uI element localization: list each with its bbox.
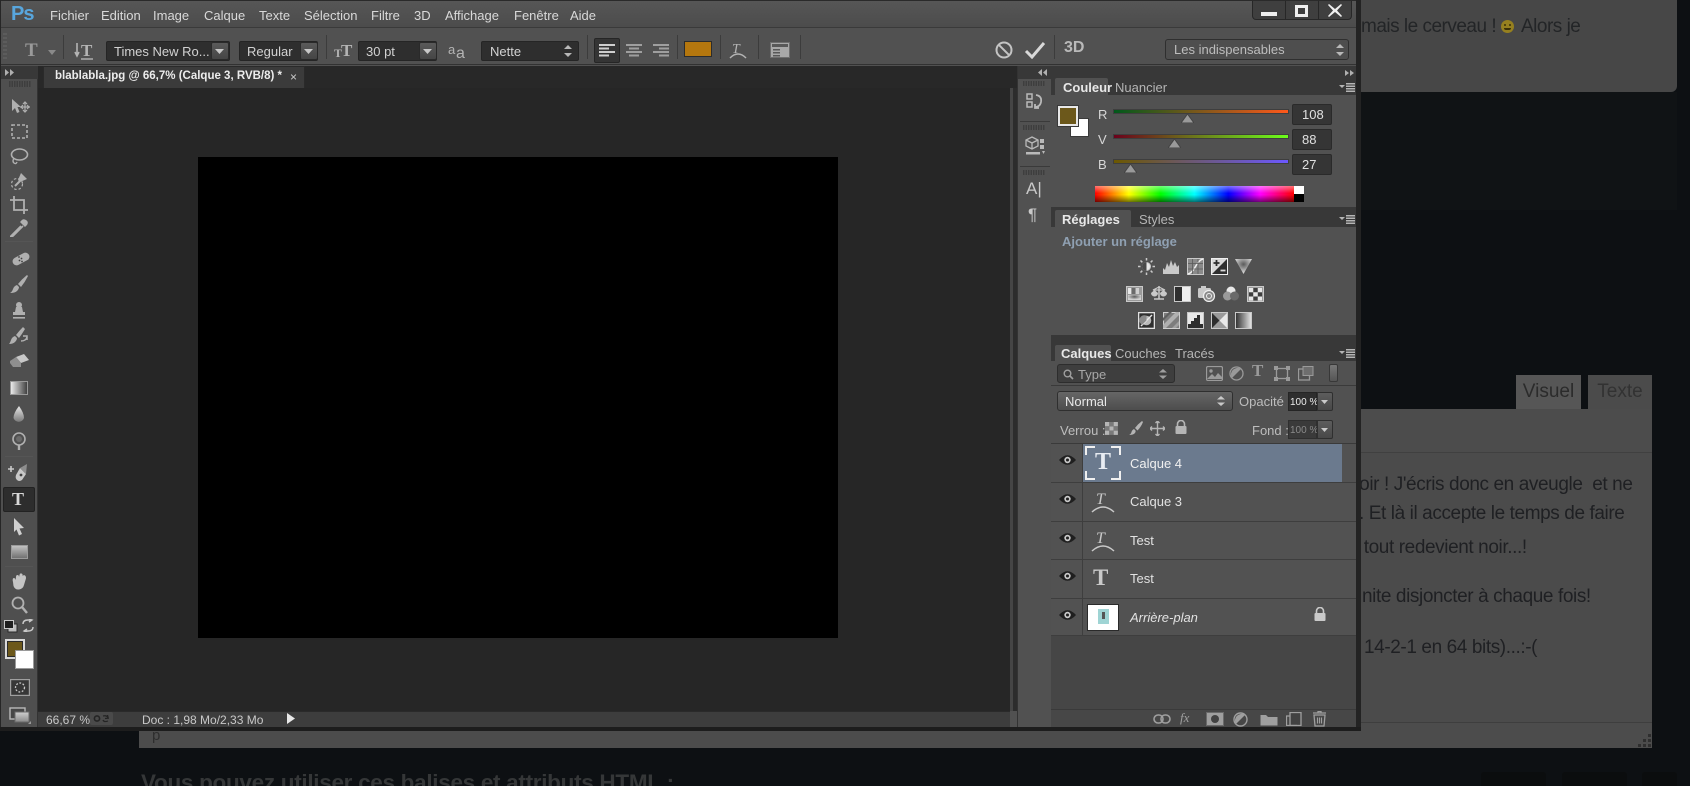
svg-text:T: T [1096, 530, 1106, 547]
svg-text:T: T [1096, 491, 1106, 508]
svg-text:T: T [81, 41, 93, 60]
